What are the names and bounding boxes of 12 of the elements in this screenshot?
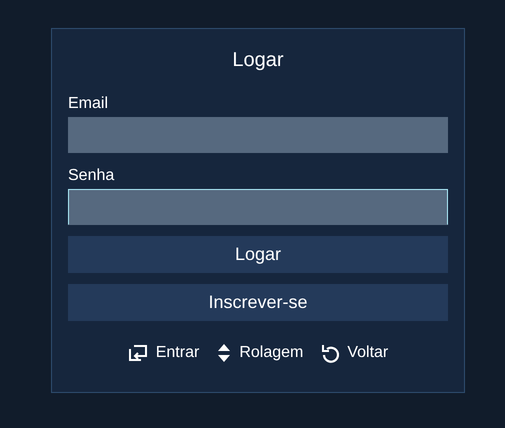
undo-icon bbox=[321, 343, 340, 363]
enter-icon bbox=[128, 344, 148, 362]
up-down-icon bbox=[217, 343, 232, 363]
field-label: Email bbox=[68, 95, 108, 114]
menu-button[interactable]: Inscrever-se bbox=[68, 284, 448, 321]
field-label: Senha bbox=[68, 167, 114, 186]
menu-button[interactable]: Logar bbox=[68, 236, 448, 273]
input-field[interactable] bbox=[68, 117, 448, 153]
hint-label: Entrar bbox=[156, 344, 200, 362]
hint-label: Rolagem bbox=[239, 344, 304, 362]
hint-label: Voltar bbox=[347, 344, 388, 362]
dialog-title: Logar bbox=[231, 49, 285, 73]
